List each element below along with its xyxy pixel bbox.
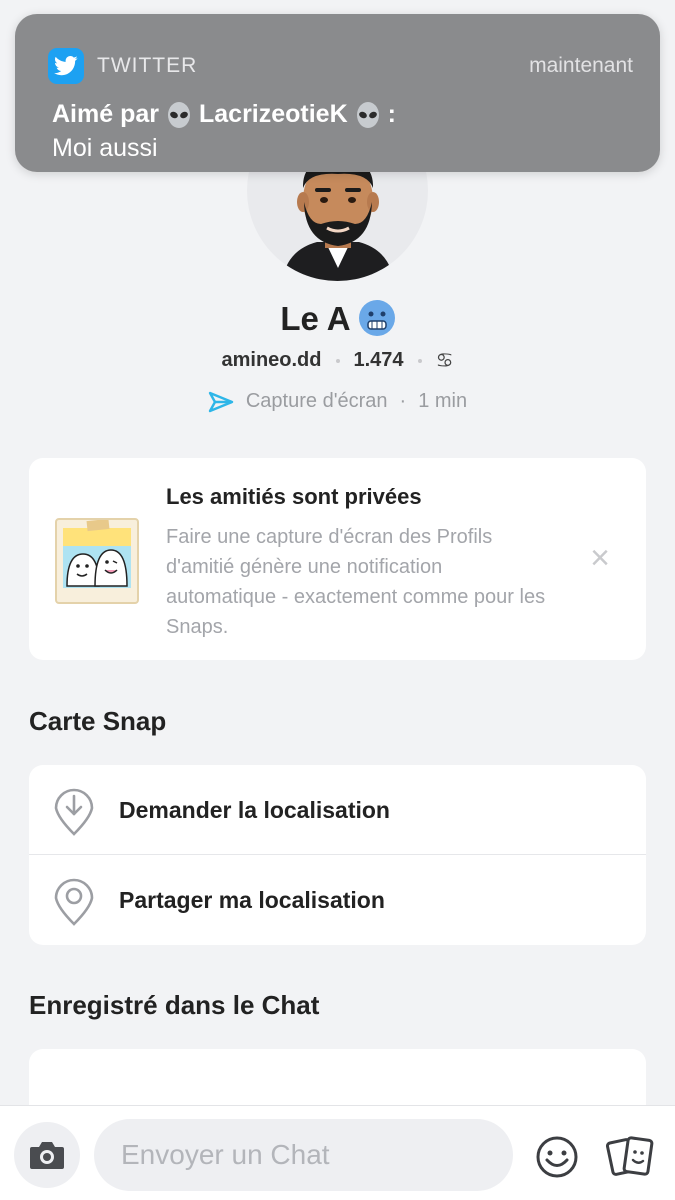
activity-separator: · — [399, 390, 407, 412]
saved-chat-section-title: Enregistré dans le Chat — [29, 990, 320, 1020]
snap-map-card: Demander la localisation Partager ma loc… — [29, 765, 646, 945]
profile-meta: amineo.dd 1.474 ♋ — [0, 348, 675, 373]
sticker-cards-icon — [605, 1136, 654, 1176]
notification-title-user: LacrizeotieK — [198, 100, 348, 128]
ghost-friends-illustration — [55, 518, 139, 604]
profile-name: Le A — [0, 300, 675, 338]
notification-title-suffix: : — [387, 100, 396, 128]
notification-title: Aimé par LacrizeotieK : — [52, 100, 396, 129]
separator-dot — [335, 358, 340, 363]
notification-title-prefix: Aimé par — [52, 100, 159, 128]
screenshot-icon — [208, 391, 234, 412]
push-notification[interactable]: TWITTER maintenant Aimé par LacrizeotieK… — [15, 14, 660, 172]
username[interactable]: amineo.dd — [221, 349, 321, 372]
alien-emoji-icon — [167, 101, 190, 128]
privacy-card-text: Faire une capture d'écran des Profils d'… — [166, 526, 546, 638]
snap-score[interactable]: 1.474 — [354, 349, 404, 372]
profile-name-text: Le A — [280, 300, 351, 337]
chat-bar — [0, 1105, 675, 1200]
smiley-icon — [536, 1136, 578, 1178]
share-location-button[interactable]: Partager ma localisation — [29, 855, 646, 945]
snap-map-section-title: Carte Snap — [29, 706, 167, 736]
twitter-app-icon — [48, 48, 84, 84]
separator-dot — [417, 358, 422, 363]
activity-time: 1 min — [418, 390, 468, 412]
location-request-icon — [29, 784, 119, 836]
share-location-label: Partager ma localisation — [119, 886, 385, 913]
request-location-button[interactable]: Demander la localisation — [29, 765, 646, 855]
camera-icon — [30, 1142, 64, 1169]
zodiac-icon[interactable]: ♋ — [436, 348, 454, 373]
notification-body: Moi aussi — [52, 134, 158, 162]
close-icon[interactable]: × — [588, 541, 612, 575]
activity-label: Capture d'écran — [245, 390, 388, 412]
location-pin-icon — [29, 874, 119, 926]
friend-profile-screen: TWITTER maintenant Aimé par LacrizeotieK… — [0, 0, 675, 1200]
privacy-card-title: Les amitiés sont privées — [166, 484, 422, 509]
cold-face-emoji-icon — [358, 300, 395, 336]
notification-app-name: TWITTER — [97, 54, 198, 77]
friendship-privacy-card: Les amitiés sont privées Faire une captu… — [29, 458, 646, 660]
alien-emoji-icon — [356, 101, 379, 128]
request-location-label: Demander la localisation — [119, 796, 390, 823]
chat-input[interactable] — [94, 1119, 513, 1191]
screenshot-activity: Capture d'écran · 1 min — [0, 390, 675, 413]
stickers-button[interactable] — [605, 1135, 654, 1179]
notification-time: maintenant — [529, 54, 633, 77]
camera-button[interactable] — [14, 1122, 80, 1188]
emoji-button[interactable] — [535, 1135, 579, 1179]
